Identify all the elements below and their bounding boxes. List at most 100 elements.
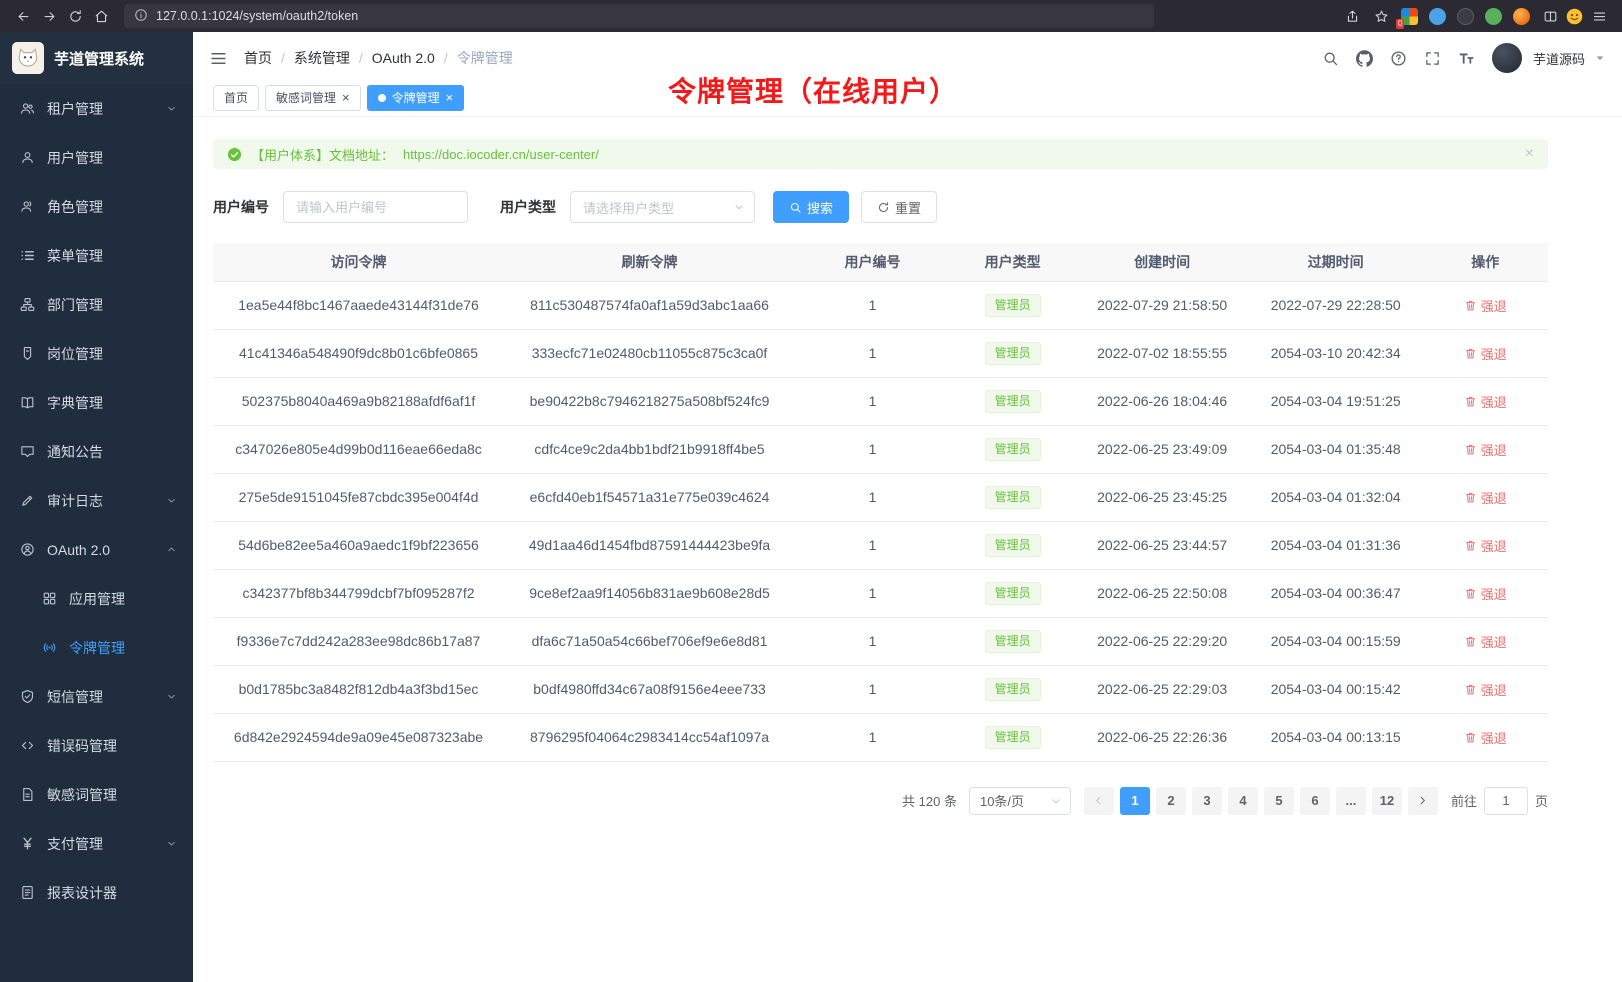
extension-icon-4[interactable] xyxy=(1485,8,1502,25)
extension-icon-1[interactable]: 0 xyxy=(1401,8,1418,25)
breadcrumb-separator: / xyxy=(281,50,285,66)
force-logout-button[interactable]: 强退 xyxy=(1464,632,1507,651)
browser-menu-icon[interactable] xyxy=(1586,4,1612,28)
caret-down-icon[interactable] xyxy=(1594,52,1606,64)
page-button-5[interactable]: 5 xyxy=(1264,787,1294,815)
sidebar-item-menu[interactable]: 菜单管理 xyxy=(0,231,193,280)
split-view-icon[interactable] xyxy=(1537,4,1563,28)
sidebar-item-label: 报表设计器 xyxy=(47,883,117,903)
sidebar-item-role[interactable]: 角色管理 xyxy=(0,182,193,231)
github-icon[interactable] xyxy=(1356,50,1373,67)
page-button-2[interactable]: 2 xyxy=(1156,787,1186,815)
reset-button[interactable]: 重置 xyxy=(861,191,937,223)
log-icon xyxy=(20,493,35,508)
force-logout-button[interactable]: 强退 xyxy=(1464,392,1507,411)
sidebar-item-label: 审计日志 xyxy=(47,491,103,511)
force-logout-button[interactable]: 强退 xyxy=(1464,680,1507,699)
page-size-select[interactable]: 10条/页 xyxy=(969,787,1071,815)
fullscreen-icon[interactable] xyxy=(1424,50,1441,67)
sidebar-item-oauth2-application[interactable]: 应用管理 xyxy=(0,574,193,623)
breadcrumb-item[interactable]: OAuth 2.0 xyxy=(372,50,435,66)
help-icon[interactable] xyxy=(1390,50,1407,67)
tab-sensitive-word[interactable]: 敏感词管理× xyxy=(265,85,361,111)
sidebar-item-report-designer[interactable]: 报表设计器 xyxy=(0,868,193,917)
alert-close-icon[interactable]: × xyxy=(1525,145,1534,163)
profile-avatar-icon[interactable] xyxy=(1566,8,1583,25)
extension-icon-3[interactable] xyxy=(1457,8,1474,25)
alert-link[interactable]: https://doc.iocoder.cn/user-center/ xyxy=(403,147,599,162)
force-logout-button[interactable]: 强退 xyxy=(1464,728,1507,747)
sidebar-item-pay[interactable]: 支付管理 xyxy=(0,819,193,868)
next-page-button[interactable] xyxy=(1408,787,1438,815)
tab-token[interactable]: 令牌管理× xyxy=(367,85,465,111)
sidebar-item-error-code[interactable]: 错误码管理 xyxy=(0,721,193,770)
sidebar-item-label: 用户管理 xyxy=(47,148,103,168)
refresh-token-cell: e6cfd40eb1f54571a31e775e039c4624 xyxy=(504,473,795,521)
close-icon[interactable]: × xyxy=(342,91,350,104)
sidebar-item-dict[interactable]: 字典管理 xyxy=(0,378,193,427)
sidebar-fold-icon[interactable] xyxy=(209,49,228,68)
user-id-input[interactable] xyxy=(283,191,468,223)
prev-page-button[interactable] xyxy=(1084,787,1114,815)
url-bar[interactable]: 127.0.0.1:1024/system/oauth2/token xyxy=(124,4,1154,28)
sidebar-item-sensitive-word[interactable]: 敏感词管理 xyxy=(0,770,193,819)
force-logout-button[interactable]: 强退 xyxy=(1464,488,1507,507)
user-type-select[interactable]: 请选择用户类型 xyxy=(570,191,755,223)
user-type-tag: 管理员 xyxy=(985,342,1041,365)
sidebar-item-label: 敏感词管理 xyxy=(47,785,117,805)
page-size-value: 10条/页 xyxy=(980,791,1024,810)
sidebar-item-post[interactable]: 岗位管理 xyxy=(0,329,193,378)
goto-page-input[interactable] xyxy=(1484,787,1528,815)
expire-time-cell: 2054-03-04 00:36:47 xyxy=(1249,569,1423,617)
sidebar-item-oauth2-token[interactable]: 令牌管理 xyxy=(0,623,193,672)
breadcrumb-item[interactable]: 首页 xyxy=(244,48,272,68)
extension-icon-2[interactable] xyxy=(1429,8,1446,25)
search-button[interactable]: 搜索 xyxy=(773,191,849,223)
force-logout-button[interactable]: 强退 xyxy=(1464,584,1507,603)
action-cell: 强退 xyxy=(1422,377,1548,425)
close-icon[interactable]: × xyxy=(446,91,454,104)
page-button-1[interactable]: 1 xyxy=(1120,787,1150,815)
site-info-icon[interactable] xyxy=(134,8,148,25)
page-button-3[interactable]: 3 xyxy=(1192,787,1222,815)
sidebar-item-user[interactable]: 用户管理 xyxy=(0,133,193,182)
user-name[interactable]: 芋道源码 xyxy=(1533,49,1585,68)
share-icon[interactable] xyxy=(1339,4,1365,28)
expire-time-cell: 2054-03-04 19:51:25 xyxy=(1249,377,1423,425)
search-icon[interactable] xyxy=(1322,50,1339,67)
sidebar-item-audit-log[interactable]: 审计日志 xyxy=(0,476,193,525)
sidebar-item-dept[interactable]: 部门管理 xyxy=(0,280,193,329)
force-logout-button[interactable]: 强退 xyxy=(1464,296,1507,315)
page-button-12[interactable]: 12 xyxy=(1372,787,1402,815)
page-button-4[interactable]: 4 xyxy=(1228,787,1258,815)
home-icon[interactable] xyxy=(88,4,114,28)
refresh-token-cell: 49d1aa46d1454fbd87591444423be9fa xyxy=(504,521,795,569)
bookmark-star-icon[interactable] xyxy=(1368,4,1394,28)
refresh-token-cell: 9ce8ef2aa9f14056b831ae9b608e28d5 xyxy=(504,569,795,617)
page-button-6[interactable]: 6 xyxy=(1300,787,1330,815)
extension-badge: 0 xyxy=(1396,19,1404,29)
tab-home[interactable]: 首页 xyxy=(213,85,259,111)
font-size-icon[interactable] xyxy=(1458,50,1475,67)
breadcrumb-item: 令牌管理 xyxy=(457,48,513,68)
extension-icon-5[interactable] xyxy=(1513,8,1530,25)
force-logout-button[interactable]: 强退 xyxy=(1464,440,1507,459)
column-header-4: 创建时间 xyxy=(1075,243,1249,281)
oauth-icon xyxy=(20,542,35,557)
sidebar-item-notice[interactable]: 通知公告 xyxy=(0,427,193,476)
create-time-cell: 2022-06-25 22:50:08 xyxy=(1075,569,1249,617)
user-type-cell: 管理员 xyxy=(950,521,1075,569)
reload-icon[interactable] xyxy=(62,4,88,28)
pager-ellipsis[interactable]: ... xyxy=(1336,787,1366,815)
force-logout-button[interactable]: 强退 xyxy=(1464,344,1507,363)
user-avatar[interactable] xyxy=(1492,43,1522,73)
breadcrumb-item[interactable]: 系统管理 xyxy=(294,48,350,68)
forward-icon[interactable] xyxy=(36,4,62,28)
force-logout-button[interactable]: 强退 xyxy=(1464,536,1507,555)
sidebar-item-sms[interactable]: 短信管理 xyxy=(0,672,193,721)
access-token-cell: f9336e7c7dd242a283ee98dc86b17a87 xyxy=(213,617,504,665)
search-button-label: 搜索 xyxy=(807,198,833,217)
sidebar-item-tenant[interactable]: 租户管理 xyxy=(0,84,193,133)
back-icon[interactable] xyxy=(10,4,36,28)
sidebar-item-oauth2[interactable]: OAuth 2.0 xyxy=(0,525,193,574)
